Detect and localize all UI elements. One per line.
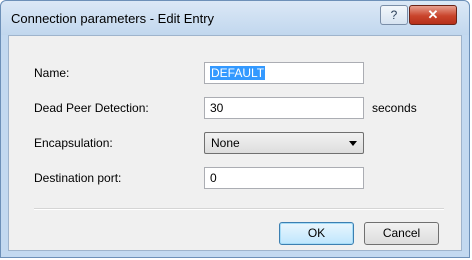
destination-port-field[interactable]: 0 [204, 167, 364, 189]
chevron-down-icon [349, 141, 357, 146]
dialog-body: Name: DEFAULT Dead Peer Detection: 30 se… [8, 35, 462, 251]
destination-port-value: 0 [210, 171, 217, 185]
dialog-window: Connection parameters - Edit Entry ? ✕ N… [0, 0, 470, 258]
ok-button[interactable]: OK [279, 222, 354, 245]
close-button[interactable]: ✕ [409, 5, 457, 25]
destination-port-label: Destination port: [34, 171, 122, 185]
encapsulation-select[interactable]: None [204, 132, 364, 154]
separator [34, 208, 444, 210]
help-icon: ? [390, 8, 398, 22]
dpd-field[interactable]: 30 [204, 97, 364, 119]
window-title: Connection parameters - Edit Entry [11, 11, 215, 26]
title-bar[interactable]: Connection parameters - Edit Entry ? ✕ [1, 1, 469, 35]
dpd-unit-label: seconds [372, 101, 417, 115]
name-label: Name: [34, 66, 70, 80]
dpd-label: Dead Peer Detection: [34, 101, 149, 115]
name-field[interactable]: DEFAULT [204, 62, 364, 84]
dpd-field-value: 30 [210, 101, 224, 115]
name-field-value: DEFAULT [210, 66, 266, 80]
encapsulation-label: Encapsulation: [34, 136, 113, 150]
encapsulation-selected-value: None [211, 136, 240, 150]
close-icon: ✕ [427, 7, 439, 22]
help-button[interactable]: ? [380, 5, 408, 25]
cancel-button[interactable]: Cancel [364, 222, 439, 245]
